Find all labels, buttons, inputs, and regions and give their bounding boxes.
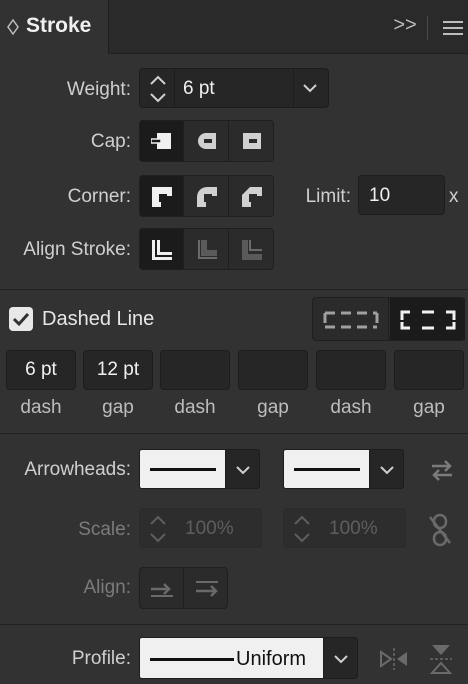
extend-arrow-tip-button[interactable] — [140, 568, 184, 608]
weight-label: Weight: — [66, 79, 131, 100]
round-cap-icon — [198, 133, 216, 149]
cap-buttons — [139, 120, 274, 162]
align-center-icon — [152, 240, 172, 260]
end-scale-field[interactable]: 100% — [283, 508, 406, 548]
profile-preview-line — [150, 658, 234, 661]
dash-preserve-button[interactable] — [313, 298, 389, 340]
limit-label: Limit: — [305, 186, 351, 207]
flip-across-icon[interactable] — [428, 643, 454, 675]
section-divider — [0, 624, 468, 625]
limit-value[interactable]: 10 — [369, 185, 390, 207]
round-join-button[interactable] — [185, 176, 229, 216]
header-divider — [427, 16, 428, 40]
miter-join-icon — [152, 187, 172, 207]
start-arrowhead-chevron[interactable] — [226, 449, 260, 489]
end-arrowhead-chevron[interactable] — [370, 449, 404, 489]
bevel-join-button[interactable] — [230, 176, 274, 216]
swap-arrowheads-icon[interactable] — [428, 458, 456, 482]
place-arrow-tip-button[interactable] — [185, 568, 229, 608]
weight-field[interactable]: 6 pt — [139, 68, 329, 108]
arrowheads-label: Arrowheads: — [24, 459, 131, 480]
dashed-line-label[interactable]: Dashed Line — [42, 308, 154, 331]
place-arrow-tip-icon — [196, 581, 218, 597]
profile-label: Profile: — [71, 648, 131, 669]
dash-3-field[interactable] — [316, 350, 386, 390]
chevron-down-icon — [380, 466, 394, 475]
dash-2-field[interactable] — [160, 350, 230, 390]
start-arrowhead-dropdown[interactable] — [139, 449, 226, 489]
projecting-cap-icon — [243, 133, 261, 149]
gap-2-label: gap — [257, 397, 289, 418]
flip-along-icon[interactable] — [379, 646, 409, 672]
bevel-join-icon — [242, 187, 262, 207]
align-outside-icon — [242, 240, 262, 260]
align-inside-button[interactable] — [185, 229, 229, 269]
weight-value[interactable]: 6 pt — [183, 78, 215, 100]
profile-dropdown[interactable]: Uniform — [139, 637, 324, 679]
round-cap-button[interactable] — [185, 121, 229, 161]
dash-2-label: dash — [174, 397, 216, 418]
corner-label: Corner: — [67, 186, 131, 207]
section-divider — [0, 433, 468, 434]
align-label: Align: — [83, 577, 131, 598]
dash-align-corners-button[interactable] — [390, 298, 465, 340]
align-inside-icon — [198, 240, 217, 259]
limit-unit: x — [449, 186, 459, 207]
end-scale-stepper-icon[interactable] — [290, 513, 314, 545]
dash-preserve-icon — [323, 311, 379, 329]
dashed-line-checkbox[interactable] — [9, 307, 33, 331]
dash-1-label: dash — [20, 397, 62, 418]
scale-label: Scale: — [78, 519, 131, 540]
gap-3-label: gap — [413, 397, 445, 418]
link-scale-icon[interactable] — [427, 513, 453, 547]
align-center-button[interactable] — [140, 229, 184, 269]
limit-field[interactable]: 10 — [358, 175, 445, 215]
collapse-icon[interactable] — [6, 18, 20, 36]
align-stroke-label: Align Stroke: — [23, 239, 131, 260]
section-divider — [0, 289, 468, 290]
cap-label: Cap: — [90, 131, 131, 152]
dash-1-field[interactable]: 6 pt — [6, 350, 76, 390]
weight-stepper-icon[interactable] — [146, 73, 170, 105]
gap-2-field[interactable] — [238, 350, 308, 390]
dash-align-buttons — [312, 297, 465, 341]
align-stroke-buttons — [139, 228, 274, 270]
miter-join-button[interactable] — [140, 176, 184, 216]
profile-value: Uniform — [236, 648, 307, 670]
dash-3-label: dash — [330, 397, 372, 418]
checkmark-icon — [12, 312, 30, 327]
gap-1-field[interactable]: 12 pt — [83, 350, 153, 390]
weight-dropdown-icon[interactable] — [300, 81, 320, 95]
gap-3-field[interactable] — [394, 350, 464, 390]
corner-buttons — [139, 175, 274, 217]
start-scale-field[interactable]: 100% — [139, 508, 262, 548]
expand-panel-icon[interactable]: >> — [392, 14, 418, 40]
chevron-down-icon — [334, 655, 348, 664]
panel-tab[interactable]: Stroke — [0, 0, 109, 54]
butt-cap-icon — [151, 133, 171, 149]
dash-align-corners-icon — [400, 310, 456, 330]
extend-arrow-tip-icon — [151, 583, 173, 597]
round-join-icon — [197, 187, 217, 207]
start-scale-value[interactable]: 100% — [185, 518, 234, 540]
end-arrowhead-dropdown[interactable] — [283, 449, 370, 489]
end-arrowhead-line — [294, 468, 360, 471]
start-scale-stepper-icon[interactable] — [146, 513, 170, 545]
start-arrowhead-line — [150, 468, 216, 471]
chevron-down-icon — [236, 466, 250, 475]
gap-1-label: gap — [102, 397, 134, 418]
profile-chevron[interactable] — [324, 637, 358, 679]
butt-cap-button[interactable] — [140, 121, 184, 161]
arrow-align-buttons — [139, 567, 228, 609]
align-outside-button[interactable] — [230, 229, 274, 269]
end-scale-value[interactable]: 100% — [329, 518, 378, 540]
panel-title: Stroke — [26, 14, 92, 37]
menu-icon[interactable] — [442, 18, 464, 38]
projecting-cap-button[interactable] — [230, 121, 274, 161]
